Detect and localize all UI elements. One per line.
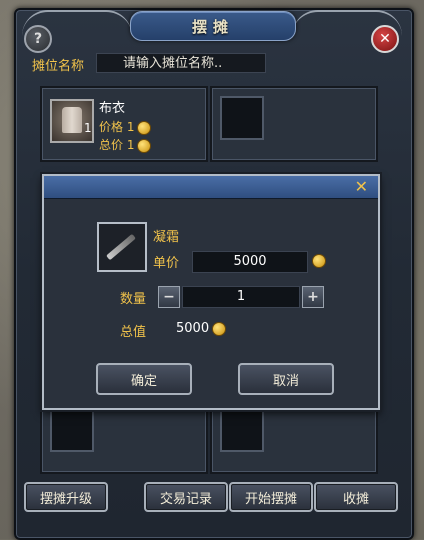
- item-price: 价格 1: [99, 118, 152, 135]
- gold-coin-icon: [212, 322, 226, 336]
- gold-coin-icon: [137, 138, 152, 153]
- empty-slot-frame: [220, 96, 264, 140]
- total-value-label: 总值: [120, 325, 147, 340]
- price-value: 1: [126, 120, 135, 134]
- gold-coin-icon: [312, 254, 326, 268]
- unit-price-label: 单价: [153, 256, 180, 271]
- stall-name-label: 摊位名称: [32, 59, 85, 74]
- item-count: 1: [84, 121, 92, 135]
- close-icon[interactable]: ✕: [371, 25, 399, 53]
- close-icon[interactable]: ✕: [355, 177, 368, 196]
- trade-log-button[interactable]: 交易记录: [144, 482, 228, 512]
- plus-icon[interactable]: +: [302, 286, 324, 308]
- total-value: 1: [126, 138, 135, 152]
- stall-name-input[interactable]: 请输入摊位名称..: [96, 53, 266, 73]
- stall-slot[interactable]: [210, 86, 378, 162]
- quantity-label: 数量: [120, 292, 147, 307]
- dialog-header: ✕: [44, 176, 378, 199]
- window-title: 摆摊: [130, 11, 296, 41]
- quantity-input[interactable]: 1: [182, 286, 300, 308]
- dialog-item-name: 凝霜: [153, 230, 180, 245]
- minus-icon[interactable]: −: [158, 286, 180, 308]
- cancel-button[interactable]: 取消: [238, 363, 334, 395]
- total-value: 5000: [176, 321, 210, 336]
- help-icon[interactable]: ?: [24, 25, 52, 53]
- gold-coin-icon: [137, 120, 152, 135]
- item-name: 布衣: [99, 101, 126, 116]
- empty-slot-frame: [50, 408, 94, 452]
- unit-price-input[interactable]: 5000: [192, 251, 308, 273]
- weapon-item-icon: [97, 222, 147, 272]
- close-stall-button[interactable]: 收摊: [314, 482, 398, 512]
- item-total: 总价 1: [99, 136, 152, 153]
- empty-slot-frame: [220, 408, 264, 452]
- sword-icon: [106, 233, 136, 261]
- confirm-button[interactable]: 确定: [96, 363, 192, 395]
- price-label: 价格: [99, 120, 124, 134]
- stall-upgrade-button[interactable]: 摆摊升级: [24, 482, 108, 512]
- total-label: 总价: [99, 138, 124, 152]
- start-stall-button[interactable]: 开始摆摊: [229, 482, 313, 512]
